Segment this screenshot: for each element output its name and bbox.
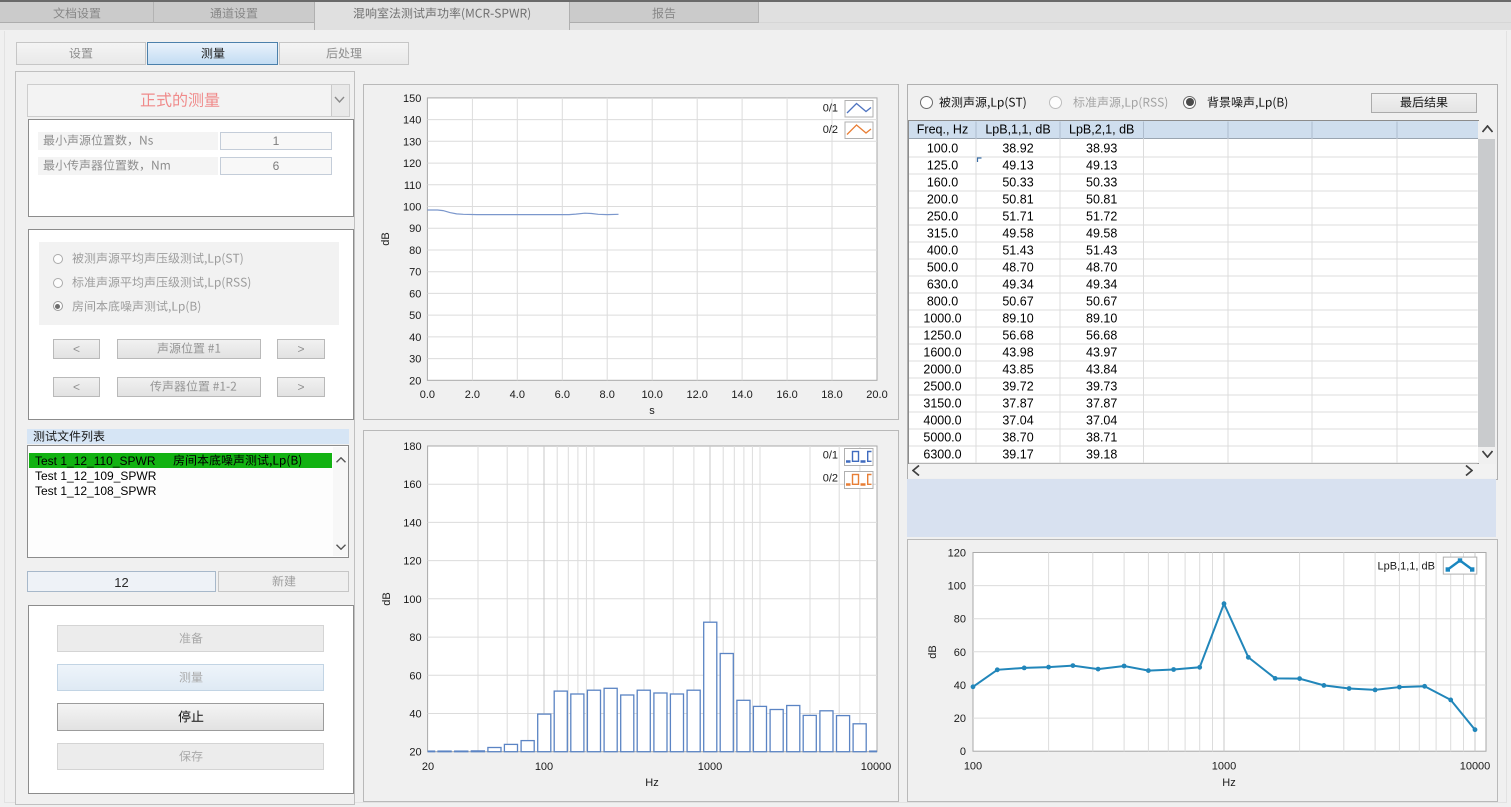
svg-text:80: 80 bbox=[409, 632, 421, 644]
svg-text:10000: 10000 bbox=[1460, 761, 1491, 773]
svg-text:100: 100 bbox=[948, 581, 966, 593]
svg-text:0/2: 0/2 bbox=[823, 473, 838, 485]
svg-text:s: s bbox=[649, 405, 655, 417]
svg-text:2.0: 2.0 bbox=[465, 389, 480, 401]
svg-text:40: 40 bbox=[409, 709, 421, 721]
svg-text:20: 20 bbox=[954, 713, 966, 725]
svg-text:12.0: 12.0 bbox=[686, 389, 707, 401]
svg-text:16.0: 16.0 bbox=[776, 389, 797, 401]
svg-text:0/1: 0/1 bbox=[823, 103, 838, 115]
svg-text:120: 120 bbox=[403, 158, 421, 170]
svg-text:Hz: Hz bbox=[1222, 777, 1235, 789]
svg-text:60: 60 bbox=[954, 647, 966, 659]
svg-text:110: 110 bbox=[404, 180, 422, 192]
svg-text:Hz: Hz bbox=[645, 777, 658, 789]
svg-text:120: 120 bbox=[403, 556, 421, 568]
svg-text:dB: dB bbox=[380, 232, 392, 245]
svg-text:1000: 1000 bbox=[698, 761, 722, 773]
svg-text:100: 100 bbox=[403, 594, 421, 606]
svg-text:8.0: 8.0 bbox=[600, 389, 615, 401]
svg-text:160: 160 bbox=[403, 479, 421, 491]
svg-text:0/1: 0/1 bbox=[823, 450, 838, 462]
svg-text:150: 150 bbox=[403, 93, 421, 105]
svg-text:0: 0 bbox=[960, 746, 966, 758]
svg-text:20.0: 20.0 bbox=[866, 389, 887, 401]
svg-text:100: 100 bbox=[535, 761, 553, 773]
svg-text:130: 130 bbox=[403, 136, 421, 148]
svg-text:10.0: 10.0 bbox=[641, 389, 662, 401]
svg-text:120: 120 bbox=[948, 548, 966, 560]
svg-text:18.0: 18.0 bbox=[821, 389, 842, 401]
svg-text:14.0: 14.0 bbox=[731, 389, 752, 401]
svg-text:0.0: 0.0 bbox=[420, 389, 435, 401]
svg-text:LpB,1,1, dB: LpB,1,1, dB bbox=[1378, 561, 1436, 573]
svg-text:40: 40 bbox=[954, 680, 966, 692]
svg-text:60: 60 bbox=[409, 288, 421, 300]
svg-text:40: 40 bbox=[409, 332, 421, 344]
svg-text:140: 140 bbox=[403, 115, 421, 127]
svg-text:dB: dB bbox=[927, 645, 939, 658]
svg-text:70: 70 bbox=[409, 267, 421, 279]
svg-text:20: 20 bbox=[409, 375, 421, 387]
svg-text:20: 20 bbox=[422, 761, 434, 773]
svg-text:dB: dB bbox=[381, 592, 393, 605]
svg-text:4.0: 4.0 bbox=[510, 389, 525, 401]
svg-text:180: 180 bbox=[403, 441, 421, 453]
svg-text:80: 80 bbox=[409, 245, 421, 257]
svg-text:10000: 10000 bbox=[861, 761, 892, 773]
svg-text:100: 100 bbox=[964, 761, 982, 773]
svg-text:1000: 1000 bbox=[1212, 761, 1236, 773]
svg-text:20: 20 bbox=[409, 747, 421, 759]
svg-text:50: 50 bbox=[409, 310, 421, 322]
svg-text:60: 60 bbox=[409, 670, 421, 682]
svg-text:0/2: 0/2 bbox=[823, 124, 838, 136]
svg-text:30: 30 bbox=[409, 354, 421, 366]
svg-text:6.0: 6.0 bbox=[555, 389, 570, 401]
svg-text:100: 100 bbox=[403, 202, 421, 214]
svg-text:80: 80 bbox=[954, 614, 966, 626]
svg-text:140: 140 bbox=[403, 517, 421, 529]
svg-text:90: 90 bbox=[409, 223, 421, 235]
